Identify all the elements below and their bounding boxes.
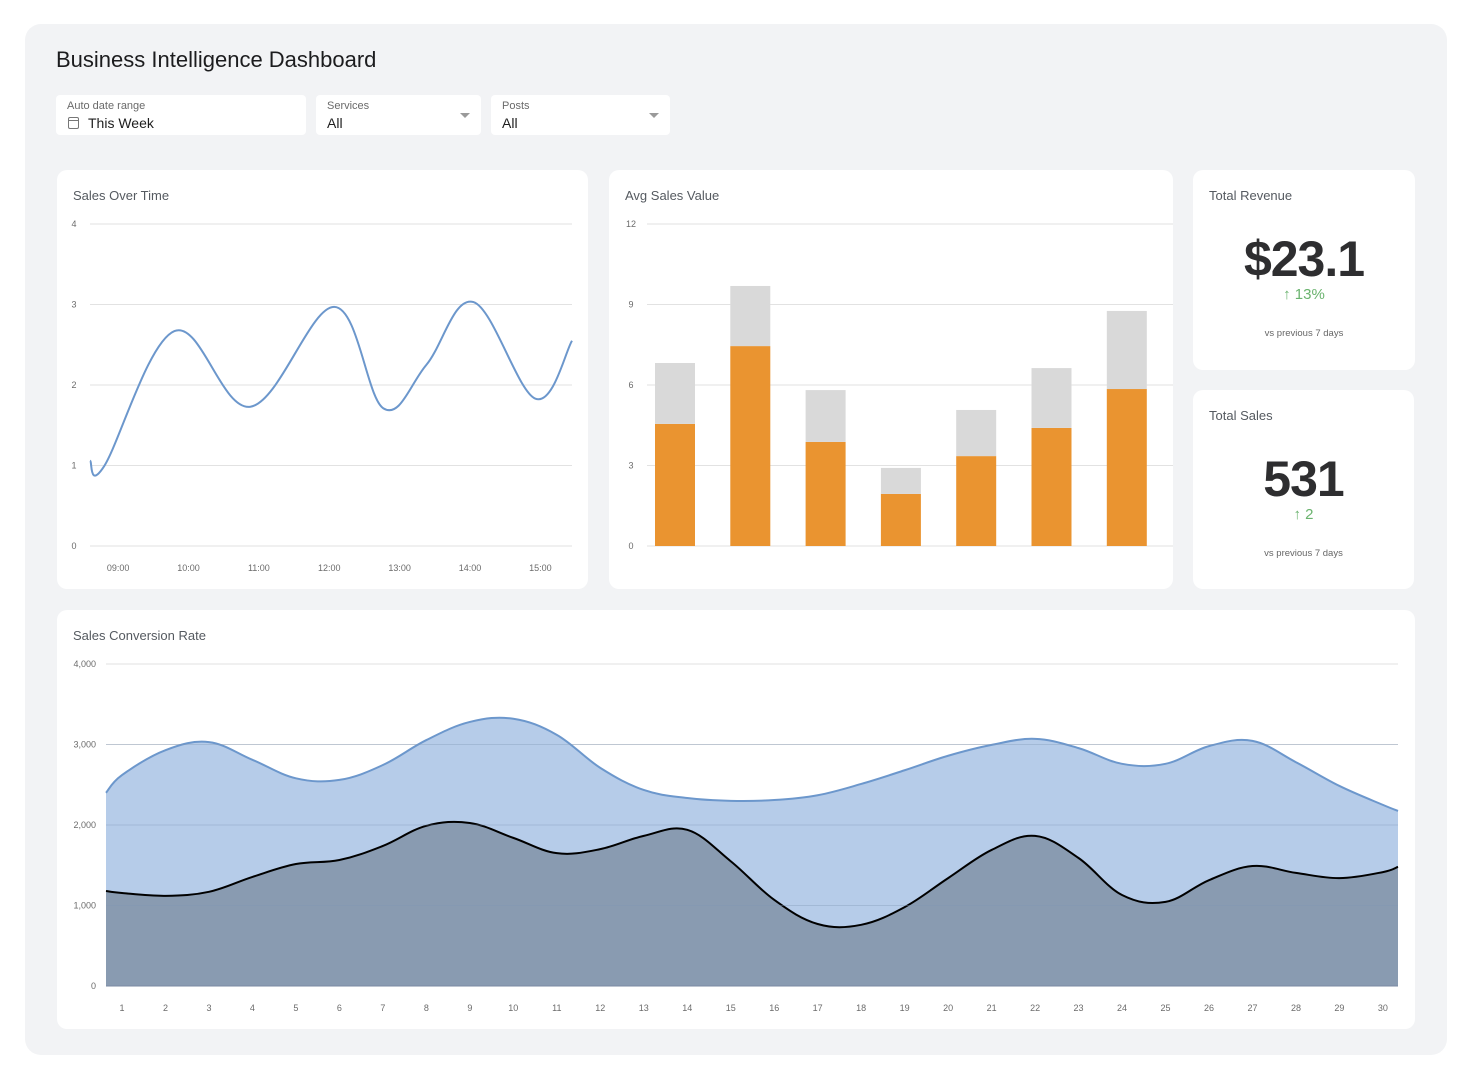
y-tick-label: 0 [71,541,76,551]
filter-value: All [502,115,518,131]
x-tick-label: 13:00 [388,563,411,573]
x-tick-label: 16 [769,1003,779,1013]
kpi-title: Total Revenue [1209,188,1293,203]
y-tick-label: 2,000 [73,820,96,830]
y-tick-label: 3 [628,461,633,471]
x-tick-label: 25 [1161,1003,1171,1013]
y-tick-label: 6 [628,380,633,390]
calendar-icon [68,117,79,129]
bar-primary [1106,389,1147,546]
x-tick-label: 11 [552,1003,561,1013]
y-tick-label: 2 [71,380,76,390]
kpi-title: Total Sales [1209,408,1273,423]
y-tick-label: 3,000 [73,740,96,750]
y-tick-label: 9 [628,300,633,310]
y-tick-label: 0 [628,541,633,551]
x-tick-label: 15:00 [529,563,552,573]
kpi-comparison: vs previous 7 days [1264,328,1344,339]
x-tick-label: 13 [639,1003,649,1013]
x-tick-label: 27 [1247,1003,1257,1013]
sales-over-time-chart: 0 1 2 3 4 09:00 10:00 11:00 12:00 13:00 14:00 15:00 [71,219,573,573]
bar-secondary [805,390,846,442]
x-tick-label: 12 [595,1003,605,1013]
y-tick-label: 4 [71,219,76,229]
total-sales-card: Total Sales 531 ↑ 2 vs previous 7 days [1193,390,1414,589]
date-range-filter[interactable]: Auto date range This Week [56,95,306,135]
bar-secondary [956,409,997,457]
avg-sales-value-chart: 0 3 6 9 12 [626,219,1173,551]
x-tick-label: 19 [900,1003,910,1013]
filter-label: Services [327,100,370,112]
x-tick-label: 3 [206,1003,211,1013]
x-tick-label: 14 [682,1003,692,1013]
kpi-delta: ↑ 13% [1283,286,1325,303]
x-tick-label: 1 [119,1003,124,1013]
filter-label: Posts [502,100,530,112]
x-tick-label: 20 [943,1003,953,1013]
filter-label: Auto date range [67,100,146,112]
sales-conversion-rate-chart: 01,0002,0003,0004,0001 2 3 4 5 6 7 8 9 10 11 12 13 14… [73,659,1399,1013]
x-tick-label: 6 [337,1003,342,1013]
x-tick-label: 18 [856,1003,866,1013]
bar-primary [805,441,846,546]
x-tick-label: 2 [163,1003,168,1013]
x-tick-label: 7 [380,1003,385,1013]
x-tick-label: 09:00 [107,563,130,573]
kpi-value: $23.1 [1243,231,1365,287]
posts-dropdown[interactable]: Posts All [491,95,670,135]
filter-value: This Week [88,115,154,131]
bar-secondary [1031,368,1072,428]
x-tick-label: 22 [1030,1003,1040,1013]
total-revenue-card: Total Revenue $23.1 ↑ 13% vs previous 7 … [1193,170,1415,370]
sales-conversion-rate-card: Sales Conversion Rate 0 1,000 2,000 3,000 4,… [57,610,1415,1029]
bar-secondary [730,285,771,347]
x-tick-label: 23 [1074,1003,1084,1013]
x-tick-label: 15 [726,1003,736,1013]
x-tick-label: 10:00 [177,563,200,573]
x-tick-label: 30 [1378,1003,1388,1013]
x-tick-label: 11:00 [248,563,270,573]
filter-value: All [327,115,343,131]
y-tick-label: 1 [71,461,76,471]
y-tick-label: 1,000 [73,901,96,911]
x-tick-label: 21 [987,1003,997,1013]
x-tick-label: 24 [1117,1003,1127,1013]
kpi-comparison: vs previous 7 days [1264,548,1343,559]
y-tick-label: 0 [91,981,96,991]
x-tick-label: 5 [293,1003,298,1013]
bar-primary [956,456,997,546]
x-tick-label: 14:00 [459,563,482,573]
x-tick-label: 4 [250,1003,255,1013]
bar-primary [880,493,921,546]
x-tick-label: 28 [1291,1003,1301,1013]
bar-secondary [880,467,921,494]
chevron-down-icon [649,113,659,118]
bar-secondary [1106,310,1147,390]
bar-primary [730,346,771,546]
chevron-down-icon [460,113,470,118]
x-tick-label: 29 [1334,1003,1344,1013]
x-tick-label: 9 [467,1003,472,1013]
services-dropdown[interactable]: Services All [316,95,481,135]
page-title: Business Intelligence Dashboard [56,47,377,72]
bar-primary [1031,427,1072,546]
y-tick-label: 3 [71,300,76,310]
sales-line [89,300,573,477]
x-tick-label: 12:00 [318,563,341,573]
kpi-delta: ↑ 2 [1293,506,1314,523]
bar-secondary [655,362,695,424]
avg-sales-value-card: Avg Sales Value 0 3 6 9 12 [609,170,1173,589]
y-tick-label: 12 [626,219,636,229]
sales-over-time-card: Sales Over Time 0 1 2 3 4 09:00 10:00 11:00 12:0… [57,170,588,589]
x-tick-label: 10 [508,1003,518,1013]
y-tick-label: 4,000 [73,659,96,669]
kpi-value: 531 [1263,451,1344,507]
x-tick-label: 8 [424,1003,429,1013]
bar-primary [655,423,695,546]
x-tick-label: 17 [813,1003,823,1013]
x-tick-label: 26 [1204,1003,1214,1013]
